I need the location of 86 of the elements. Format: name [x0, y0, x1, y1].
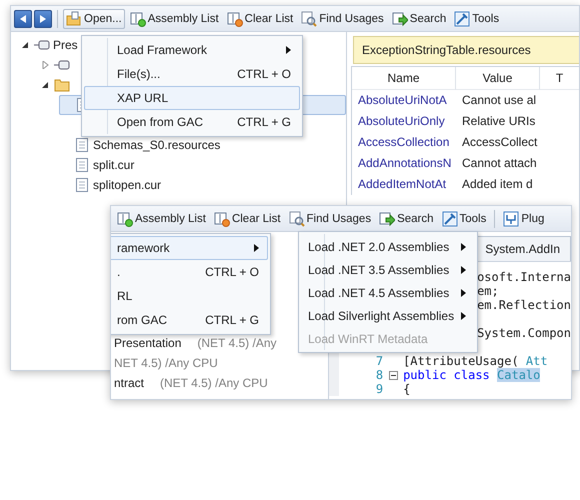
line-number: 8 — [374, 368, 384, 382]
code-line: em.Reflection — [477, 298, 571, 312]
file-icon — [74, 177, 90, 193]
code-line: [AttributeUsage( Att — [403, 354, 548, 368]
toolbar-button[interactable]: Assembly List — [126, 8, 222, 28]
table-cell-text: Added item d — [461, 176, 534, 193]
toolbar-button[interactable]: Assembly List — [114, 208, 209, 228]
column-header[interactable]: T — [540, 67, 579, 90]
toolbar-button[interactable]: Find Usages — [298, 8, 387, 28]
toolbar-button[interactable]: Clear List — [224, 8, 296, 28]
table-cell-text: AccessCollection — [357, 134, 450, 151]
table-cell-text: AddAnnotationsN — [357, 155, 452, 172]
code-line: osoft.Interna — [477, 270, 571, 284]
tree-item[interactable]: split.cur — [59, 155, 134, 175]
submenu-arrow-icon — [461, 242, 466, 250]
tools-icon — [454, 10, 470, 26]
table-cell-text: Cannot use al — [461, 92, 538, 109]
folder-icon — [66, 10, 82, 26]
assembly-info: (NET 4.5) /Any — [197, 335, 277, 352]
menu-item[interactable]: Load .NET 3.5 Assemblies — [301, 258, 475, 281]
list-add-icon — [117, 210, 133, 226]
tree-item[interactable]: Pres — [19, 35, 78, 55]
file-icon — [74, 157, 90, 173]
submenu-arrow-icon — [461, 312, 466, 320]
back-button[interactable] — [14, 10, 32, 28]
menu-item[interactable]: Load Silverlight Assemblies — [301, 304, 475, 327]
code-line: { — [403, 382, 410, 396]
menu-item[interactable]: Load Framework — [84, 38, 300, 62]
collapsed-arrow-icon[interactable] — [41, 61, 49, 69]
assembly-name[interactable]: ntract — [114, 374, 144, 392]
document-tab[interactable]: ExceptionStringTable.resources — [353, 36, 579, 64]
code-line: System.Compon — [477, 326, 571, 340]
code-line: public class Catalo — [403, 368, 540, 382]
table-cell-text: AbsoluteUriOnly — [357, 113, 446, 130]
menu-item[interactable]: Load .NET 4.5 Assemblies — [301, 281, 475, 304]
submenu-arrow-icon — [461, 266, 466, 274]
column-header[interactable]: Value — [456, 67, 540, 90]
find-icon — [301, 10, 318, 26]
menu-item[interactable]: ramework — [111, 236, 268, 260]
table-cell-text: AccessCollect — [461, 134, 538, 151]
line-number: 7 — [374, 354, 384, 368]
tree-item[interactable]: Schemas_S0.resources — [59, 135, 220, 155]
arrow-icon — [379, 210, 396, 226]
toolbar-button[interactable]: Tools — [451, 8, 502, 28]
toolbar-button[interactable]: Open... — [63, 8, 125, 28]
plugin-icon — [503, 210, 520, 226]
table-cell-text: Relative URIs — [461, 113, 536, 130]
menu-item[interactable]: File(s)... CTRL + O — [84, 62, 300, 86]
table-cell-text: Cannot attach — [461, 155, 538, 172]
toolbar-button[interactable]: Search — [376, 208, 437, 228]
menu-item[interactable]: Open from GAC CTRL + G — [84, 110, 300, 134]
assembly-info: NET 4.5) /Any CPU — [114, 355, 218, 372]
menu-item[interactable]: XAP URL — [84, 86, 300, 110]
column-header[interactable]: Name — [352, 67, 456, 90]
code-line: em; — [477, 284, 499, 298]
submenu-arrow-icon — [286, 46, 291, 54]
list-add-icon — [130, 10, 146, 26]
table-cell-text: AddedItemNotAt — [357, 176, 448, 193]
tree-item[interactable]: splitopen.cur — [59, 175, 162, 195]
tools-icon — [442, 210, 458, 226]
assembly-info: (NET 4.5) /Any CPU — [160, 375, 268, 392]
submenu-arrow-icon — [254, 244, 259, 252]
find-icon — [288, 210, 305, 226]
toolbar-button[interactable]: Plug — [500, 208, 548, 228]
list-remove-icon — [226, 10, 243, 26]
line-number: 9 — [374, 382, 384, 396]
forward-arrow-icon — [40, 14, 46, 22]
toolbar-button[interactable]: Tools — [438, 208, 490, 228]
back-arrow-icon — [20, 14, 26, 22]
submenu-arrow-icon — [461, 288, 466, 296]
table-cell-text: AbsoluteUriNotA — [357, 92, 448, 109]
assembly-name[interactable]: Presentation — [114, 334, 182, 352]
toolbar-button[interactable]: Clear List — [210, 208, 284, 228]
list-remove-icon — [214, 210, 230, 226]
collapse-icon[interactable] — [388, 370, 398, 380]
forward-button[interactable] — [34, 10, 52, 28]
toolbar-button[interactable]: Find Usages — [286, 208, 374, 228]
menu-item[interactable]: rom GAC CTRL + G — [111, 308, 268, 332]
menu-item[interactable]: . CTRL + O — [111, 260, 268, 284]
toolbar-button[interactable]: Search — [388, 8, 450, 28]
expanded-arrow-icon[interactable] — [41, 81, 49, 89]
menu-item[interactable]: RL — [111, 284, 268, 308]
expanded-arrow-icon[interactable] — [21, 41, 29, 49]
arrow-icon — [392, 10, 408, 26]
folder-icon — [54, 77, 70, 93]
menu-item[interactable]: Load .NET 2.0 Assemblies — [301, 235, 475, 258]
